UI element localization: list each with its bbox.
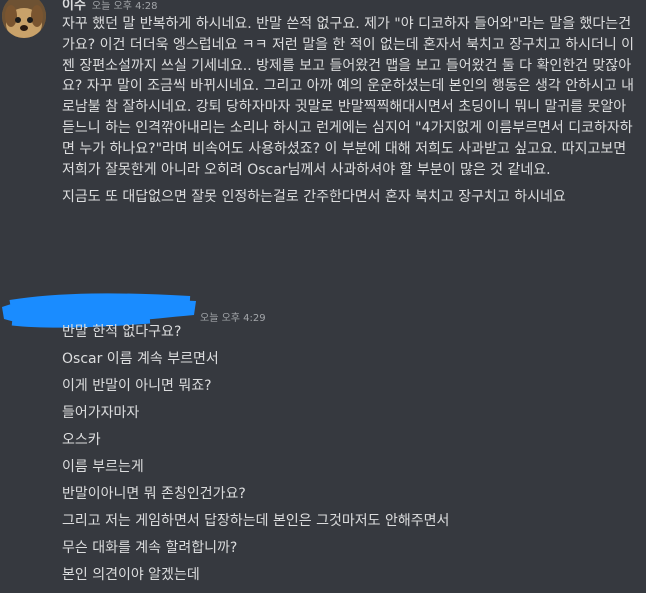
message-line: 들어가자마자: [62, 405, 140, 421]
message-header: 이수 오늘 오후 4:28: [62, 0, 158, 13]
message-line: 오스카: [62, 432, 101, 448]
username[interactable]: 이수: [62, 0, 86, 13]
dog-avatar-icon: [2, 0, 46, 38]
avatar[interactable]: [2, 0, 46, 38]
message-line: Oscar 이름 계속 부르면서: [62, 351, 219, 367]
message-line: 그리고 저는 게임하면서 답장하는데 본인은 그것마저도 안해주면서: [62, 513, 450, 529]
message-line: 무슨 대화를 계속 할려합니까?: [62, 540, 238, 556]
message-body: 반말 한적 없다구요? Oscar 이름 계속 부르면서 이게 반말이 아니면 …: [62, 323, 449, 593]
message-line: 반말 한적 없다구요?: [62, 324, 182, 340]
message-paragraph: 지금도 또 대답없으면 잘못 인정하는걸로 간주한다면서 혼자 북치고 장구치고…: [62, 189, 566, 206]
message-line: 이게 반말이 아니면 뭐죠?: [62, 378, 212, 394]
message-line: 반말이아니면 뭐 존칭인건가요?: [62, 486, 246, 502]
message-line: 이름 부르는게: [62, 459, 144, 475]
timestamp: 오늘 오후 4:28: [91, 1, 158, 12]
message-line: 본인 의견이야 알겠는데: [62, 567, 200, 583]
message-paragraph: 자꾸 했던 말 반복하게 하시네요. 반말 쓴적 없구요. 제가 "야 디코하자…: [62, 16, 635, 178]
message-body: 자꾸 했던 말 반복하게 하시네요. 반말 쓴적 없구요. 제가 "야 디코하자…: [62, 14, 637, 208]
